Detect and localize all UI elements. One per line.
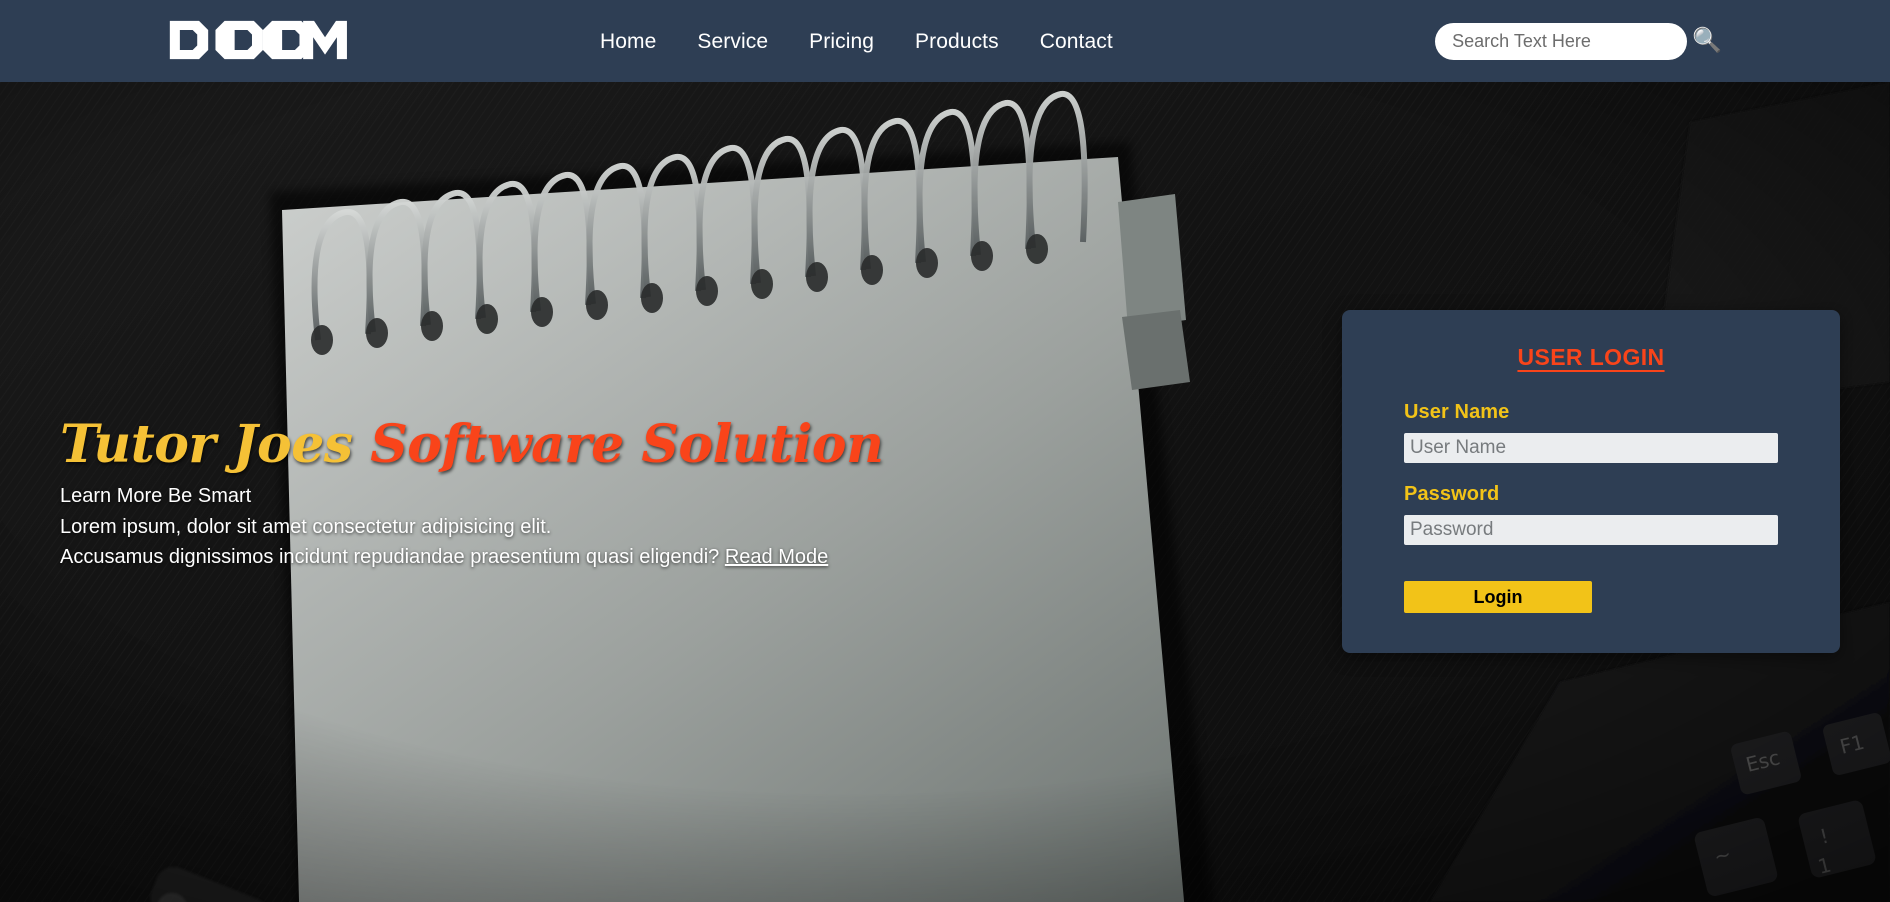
hero-title-part-1: Tutor Joes <box>60 414 353 475</box>
brand-logo-link[interactable] <box>168 14 351 66</box>
magnifier-icon[interactable]: 🔍 <box>1692 29 1722 53</box>
hero-subtext: Learn More Be Smart Lorem ipsum, dolor s… <box>60 481 960 573</box>
hero-paragraph-line-1: Lorem ipsum, dolor sit amet consectetur … <box>60 515 552 538</box>
page-root: Home Service Pricing Products Contact 🔍 <box>0 0 1890 902</box>
password-input[interactable] <box>1404 515 1778 545</box>
search-area: 🔍 <box>1435 0 1722 82</box>
hero-title: Tutor Joes Software Solution <box>60 414 960 475</box>
hero-paragraph-line-2-wrap: Accusamus dignissimos incidunt repudiand… <box>60 542 960 573</box>
main-navigation: Home Service Pricing Products Contact <box>600 0 1113 82</box>
hero-section: Esc F1 ~ ! 1 <box>0 82 1890 902</box>
username-input[interactable] <box>1404 433 1778 463</box>
username-label: User Name <box>1404 401 1510 423</box>
password-label: Password <box>1404 483 1500 505</box>
read-mode-link[interactable]: Read Mode <box>725 546 828 568</box>
login-card-title: USER LOGIN <box>1517 344 1665 370</box>
hero-text-block: Tutor Joes Software Solution Learn More … <box>60 414 960 573</box>
doom-wordmark-logo <box>169 20 347 60</box>
user-login-card: USER LOGIN User Name Password Login <box>1342 310 1840 653</box>
nav-item-pricing[interactable]: Pricing <box>809 31 874 52</box>
hero-paragraph-line-2: Accusamus dignissimos incidunt repudiand… <box>60 546 720 569</box>
hero-tagline: Learn More Be Smart <box>60 485 252 508</box>
search-input[interactable] <box>1435 22 1688 60</box>
nav-item-home[interactable]: Home <box>600 31 656 52</box>
site-header: Home Service Pricing Products Contact 🔍 <box>0 0 1890 82</box>
nav-item-products[interactable]: Products <box>915 31 999 52</box>
login-submit-button[interactable]: Login <box>1404 581 1592 613</box>
hero-title-part-2: Software Solution <box>370 414 884 475</box>
nav-item-contact[interactable]: Contact <box>1040 31 1113 52</box>
nav-item-service[interactable]: Service <box>697 31 768 52</box>
